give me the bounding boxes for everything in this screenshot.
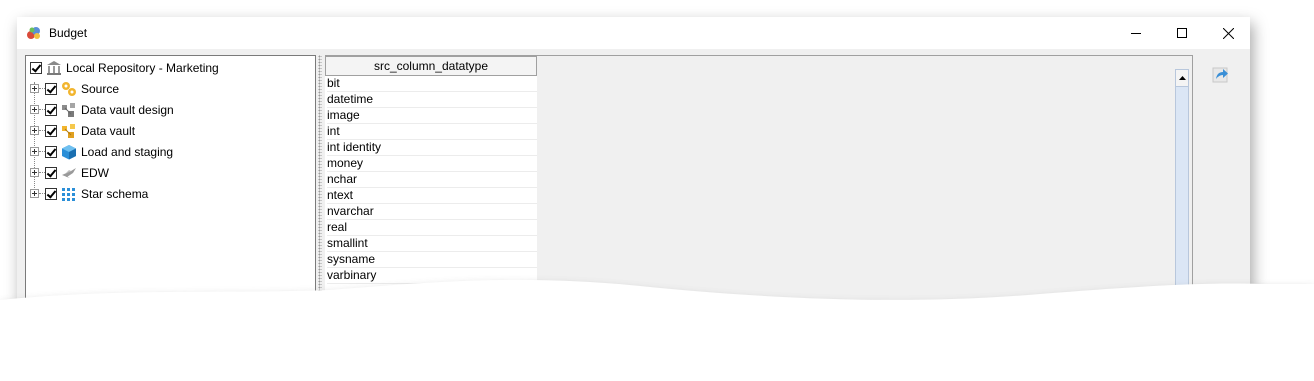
table-row[interactable]: datetime bbox=[327, 92, 537, 108]
tree-item-label: Source bbox=[81, 81, 120, 96]
table-row[interactable]: int bbox=[327, 124, 537, 140]
minimize-icon bbox=[1131, 33, 1141, 34]
export-button[interactable] bbox=[1210, 63, 1232, 85]
scroll-up-button[interactable] bbox=[1176, 70, 1188, 87]
tree-item-load-and-staging[interactable]: Load and staging bbox=[30, 141, 173, 162]
torn-edge bbox=[0, 279, 1314, 381]
title-bar[interactable]: Budget bbox=[17, 17, 1250, 49]
table-row[interactable]: nvarchar bbox=[327, 204, 537, 220]
close-button[interactable] bbox=[1205, 17, 1250, 49]
scroll-up-arrow-icon bbox=[1178, 76, 1186, 80]
tree-item-label: Data vault design bbox=[81, 102, 174, 117]
tree-item-data-vault[interactable]: Data vault bbox=[30, 120, 135, 141]
window-title: Budget bbox=[49, 26, 88, 40]
tree-item-checkbox[interactable] bbox=[45, 145, 57, 158]
tree-item-edw[interactable]: EDW bbox=[30, 162, 109, 183]
table-row[interactable]: int identity bbox=[327, 140, 537, 156]
export-arrow-icon bbox=[1212, 67, 1228, 83]
expand-icon[interactable] bbox=[30, 147, 39, 156]
tree-item-label: Load and staging bbox=[81, 144, 174, 159]
maximize-icon bbox=[1177, 28, 1187, 38]
expand-icon[interactable] bbox=[30, 105, 39, 114]
expand-icon[interactable] bbox=[30, 168, 39, 177]
tree-item-star-schema[interactable]: Star schema bbox=[30, 183, 148, 204]
table-row[interactable]: real bbox=[327, 220, 537, 236]
tree-item-checkbox[interactable] bbox=[45, 82, 57, 95]
edw-icon bbox=[62, 167, 76, 178]
repository-icon bbox=[47, 60, 61, 75]
table-row[interactable]: smallint bbox=[327, 236, 537, 252]
tree-item-checkbox[interactable] bbox=[45, 124, 57, 137]
table-row[interactable]: bit bbox=[327, 76, 537, 92]
expand-icon[interactable] bbox=[30, 189, 39, 198]
tree-item-label: Star schema bbox=[81, 186, 149, 201]
expand-icon[interactable] bbox=[30, 126, 39, 135]
tree-item-checkbox[interactable] bbox=[45, 166, 57, 179]
tree-item-data-vault-design[interactable]: Data vault design bbox=[30, 99, 174, 120]
table-row[interactable]: nchar bbox=[327, 172, 537, 188]
source-icon bbox=[62, 81, 76, 96]
data-vault-design-icon bbox=[62, 102, 75, 117]
table-row[interactable]: ntext bbox=[327, 188, 537, 204]
tree-root[interactable]: Local Repository - Marketing bbox=[30, 57, 219, 78]
minimize-button[interactable] bbox=[1113, 17, 1159, 49]
load-staging-icon bbox=[62, 144, 76, 159]
star-schema-icon bbox=[62, 187, 75, 201]
data-vault-icon bbox=[62, 123, 75, 138]
tree-item-label: Data vault bbox=[81, 123, 136, 138]
table-row[interactable]: sysname bbox=[327, 252, 537, 268]
tree-item-source[interactable]: Source bbox=[30, 78, 119, 99]
tree-root-label: Local Repository - Marketing bbox=[66, 60, 219, 75]
column-header[interactable]: src_column_datatype bbox=[325, 56, 537, 76]
tree-item-checkbox[interactable] bbox=[45, 103, 57, 116]
tree-item-checkbox[interactable] bbox=[45, 187, 57, 200]
table-row[interactable]: image bbox=[327, 108, 537, 124]
table-row[interactable]: money bbox=[327, 156, 537, 172]
tree-root-checkbox[interactable] bbox=[30, 61, 42, 74]
tree-item-label: EDW bbox=[81, 165, 109, 180]
close-icon bbox=[1222, 27, 1234, 39]
maximize-button[interactable] bbox=[1159, 17, 1205, 49]
app-icon bbox=[27, 27, 40, 39]
expand-icon[interactable] bbox=[30, 84, 39, 93]
